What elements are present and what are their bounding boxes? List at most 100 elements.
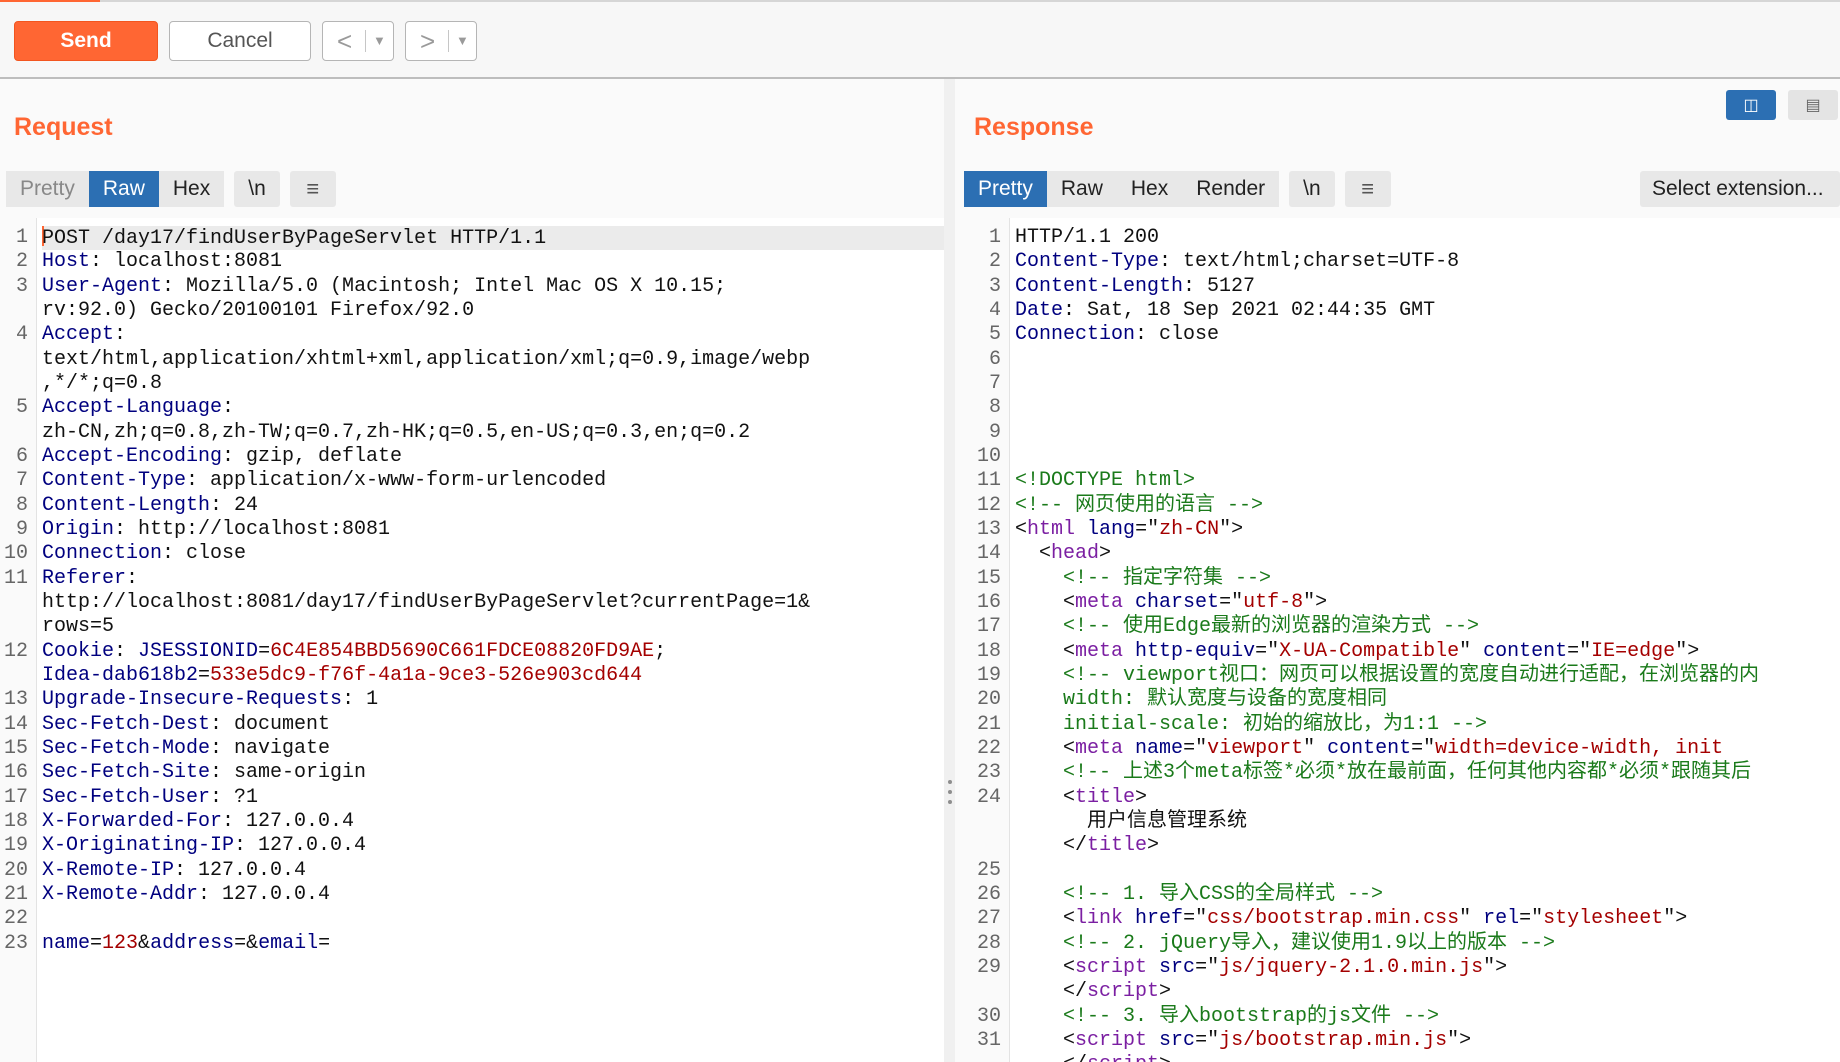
tag-name: script xyxy=(1087,1053,1159,1062)
code-line[interactable]: Upgrade-Insecure-Requests: 1 xyxy=(42,688,944,712)
pane-splitter[interactable] xyxy=(944,79,955,1062)
code-line[interactable]: Accept-Encoding: gzip, deflate xyxy=(42,445,944,469)
code-line[interactable]: X-Originating-IP: 127.0.0.4 xyxy=(42,834,944,858)
hamburger-menu-icon[interactable]: ≡ xyxy=(1344,171,1391,207)
code-line[interactable] xyxy=(1015,348,1840,372)
code-line[interactable]: <!-- 1. 导入CSS的全局样式 --> xyxy=(1015,883,1840,907)
tab-render[interactable]: Render xyxy=(1182,171,1280,207)
code-line[interactable]: <!-- 指定字符集 --> xyxy=(1015,567,1840,591)
code-line[interactable] xyxy=(1015,445,1840,469)
code-line[interactable]: <!-- 3. 导入bootstrap的js文件 --> xyxy=(1015,1005,1840,1029)
code-line[interactable]: </title> xyxy=(1015,834,1840,858)
line-number: 20 xyxy=(3,858,28,882)
tab-raw[interactable]: Raw xyxy=(88,171,159,207)
code-text: " xyxy=(1459,907,1484,931)
code-line[interactable]: <!-- 使用Edge最新的浏览器的渲染方式 --> xyxy=(1015,615,1840,639)
code-line[interactable]: 用户信息管理系统 xyxy=(1015,810,1840,834)
code-line[interactable]: <!-- 上述3个meta标签*必须*放在最前面，任何其他内容都*必须*跟随其后 xyxy=(1015,761,1840,785)
line-number: 5 xyxy=(15,396,28,420)
code-line[interactable]: Date: Sat, 18 Sep 2021 02:44:35 GMT xyxy=(1015,299,1840,323)
tab-hex[interactable]: Hex xyxy=(158,171,225,207)
back-button[interactable]: < ▼ xyxy=(322,21,394,61)
header-key: Accept xyxy=(42,323,115,347)
code-line[interactable] xyxy=(1015,859,1840,883)
code-line[interactable]: <!-- viewport视口：网页可以根据设置的宽度自动进行适配，在浏览器的内 xyxy=(1015,664,1840,688)
code-line[interactable]: <meta name="viewport" content="width=dev… xyxy=(1015,737,1840,761)
tab-pretty[interactable]: Pretty xyxy=(964,171,1047,207)
code-line[interactable]: rows=5 xyxy=(42,615,944,639)
tag-name: html xyxy=(1027,517,1076,541)
code-line[interactable]: X-Remote-IP: 127.0.0.4 xyxy=(42,859,944,883)
code-line[interactable]: X-Remote-Addr: 127.0.0.4 xyxy=(42,883,944,907)
code-line[interactable]: X-Forwarded-For: 127.0.0.4 xyxy=(42,810,944,834)
code-line[interactable] xyxy=(1015,421,1840,445)
code-line[interactable]: text/html,application/xhtml+xml,applicat… xyxy=(42,348,944,372)
code-text: rows=5 xyxy=(42,615,115,639)
code-line[interactable]: Content-Length: 24 xyxy=(42,494,944,518)
line-number: 17 xyxy=(976,615,1001,639)
cancel-button[interactable]: Cancel xyxy=(169,21,311,61)
code-line[interactable]: <meta http-equiv="X-UA-Compatible" conte… xyxy=(1015,640,1840,664)
code-line[interactable]: Referer: xyxy=(42,567,944,591)
line-number: 5 xyxy=(988,323,1001,347)
split-columns-icon[interactable]: ◫ xyxy=(1726,90,1776,120)
code-line[interactable]: <script src="js/jquery-2.1.0.min.js"> xyxy=(1015,956,1840,980)
header-key: Sec-Fetch-User xyxy=(42,785,211,809)
code-line[interactable]: Origin: http://localhost:8081 xyxy=(42,518,944,542)
code-line[interactable]: <head> xyxy=(1015,542,1840,566)
code-line[interactable]: Sec-Fetch-Mode: navigate xyxy=(42,737,944,761)
tab-newline[interactable]: \n xyxy=(234,171,280,207)
code-line[interactable]: <!DOCTYPE html> xyxy=(1015,469,1840,493)
code-line[interactable]: ,*/*;q=0.8 xyxy=(42,372,944,396)
select-extension-button[interactable]: Select extension... xyxy=(1640,171,1840,207)
code-line[interactable]: POST /day17/findUserByPageServlet HTTP/1… xyxy=(42,226,944,250)
code-line[interactable]: Sec-Fetch-Dest: document xyxy=(42,713,944,737)
code-line[interactable]: Accept: xyxy=(42,323,944,347)
code-line[interactable]: Host: localhost:8081 xyxy=(42,250,944,274)
code-line[interactable]: Sec-Fetch-User: ?1 xyxy=(42,786,944,810)
forward-button[interactable]: > ▼ xyxy=(405,21,477,61)
code-line[interactable]: Content-Type: application/x-www-form-url… xyxy=(42,469,944,493)
code-line[interactable] xyxy=(1015,396,1840,420)
code-line[interactable]: Idea-dab618b2=533e5dc9-f76f-4a1a-9ce3-52… xyxy=(42,664,944,688)
code-line[interactable]: </script> xyxy=(1015,1053,1840,1062)
code-line[interactable]: rv:92.0) Gecko/20100101 Firefox/92.0 xyxy=(42,299,944,323)
code-line[interactable]: <!-- 2. jQuery导入，建议使用1.9以上的版本 --> xyxy=(1015,932,1840,956)
code-line[interactable]: <html lang="zh-CN"> xyxy=(1015,518,1840,542)
code-line[interactable]: <meta charset="utf-8"> xyxy=(1015,591,1840,615)
code-line[interactable]: HTTP/1.1 200 xyxy=(1015,226,1840,250)
code-line[interactable]: Cookie: JSESSIONID=6C4E854BBD5690C661FDC… xyxy=(42,640,944,664)
code-line[interactable]: initial-scale: 初始的缩放比，为1:1 --> xyxy=(1015,713,1840,737)
header-key: Content-Type xyxy=(42,469,187,493)
code-line[interactable]: User-Agent: Mozilla/5.0 (Macintosh; Inte… xyxy=(42,275,944,299)
code-line[interactable]: name=123&address=&email= xyxy=(42,932,944,956)
tab-raw[interactable]: Raw xyxy=(1046,171,1117,207)
request-editor[interactable]: 1 2 3 4 5 6 7 8 9 10 11 12 13 14 15 16 17 18 19 20 21 22 23 PO… xyxy=(0,218,944,1062)
code-line[interactable] xyxy=(1015,372,1840,396)
code-line[interactable]: Connection: close xyxy=(1015,323,1840,347)
code-line[interactable]: Content-Type: text/html;charset=UTF-8 xyxy=(1015,250,1840,274)
tab-hex[interactable]: Hex xyxy=(1116,171,1183,207)
code-line[interactable]: </script> xyxy=(1015,980,1840,1004)
code-line[interactable]: Accept-Language: xyxy=(42,396,944,420)
code-line[interactable]: Connection: close xyxy=(42,542,944,566)
code-line[interactable] xyxy=(42,907,944,931)
code-line[interactable]: <link href="css/bootstrap.min.css" rel="… xyxy=(1015,907,1840,931)
code-line[interactable]: width: 默认宽度与设备的宽度相同 xyxy=(1015,688,1840,712)
split-rows-icon[interactable]: ▤ xyxy=(1788,90,1838,120)
code-line[interactable]: http://localhost:8081/day17/findUserByPa… xyxy=(42,591,944,615)
tab-pretty[interactable]: Pretty xyxy=(6,171,89,207)
code-line[interactable]: <title> xyxy=(1015,786,1840,810)
hamburger-menu-icon[interactable]: ≡ xyxy=(289,171,336,207)
code-text: : same-origin xyxy=(210,761,367,785)
response-editor[interactable]: 1 2 3 4 5 6 7 8 9 10 11 12 13 14 15 16 17 18 19 20 21 22 23 24 2… xyxy=(955,218,1840,1062)
dropdown-arrow-icon[interactable]: ▼ xyxy=(373,33,386,48)
send-button[interactable]: Send xyxy=(14,21,158,61)
dropdown-arrow-icon[interactable]: ▼ xyxy=(456,33,469,48)
code-line[interactable]: Content-Length: 5127 xyxy=(1015,275,1840,299)
tab-newline[interactable]: \n xyxy=(1289,171,1335,207)
code-line[interactable]: zh-CN,zh;q=0.8,zh-TW;q=0.7,zh-HK;q=0.5,e… xyxy=(42,421,944,445)
code-line[interactable]: <!-- 网页使用的语言 --> xyxy=(1015,494,1840,518)
code-line[interactable]: <script src="js/bootstrap.min.js"> xyxy=(1015,1029,1840,1053)
code-line[interactable]: Sec-Fetch-Site: same-origin xyxy=(42,761,944,785)
